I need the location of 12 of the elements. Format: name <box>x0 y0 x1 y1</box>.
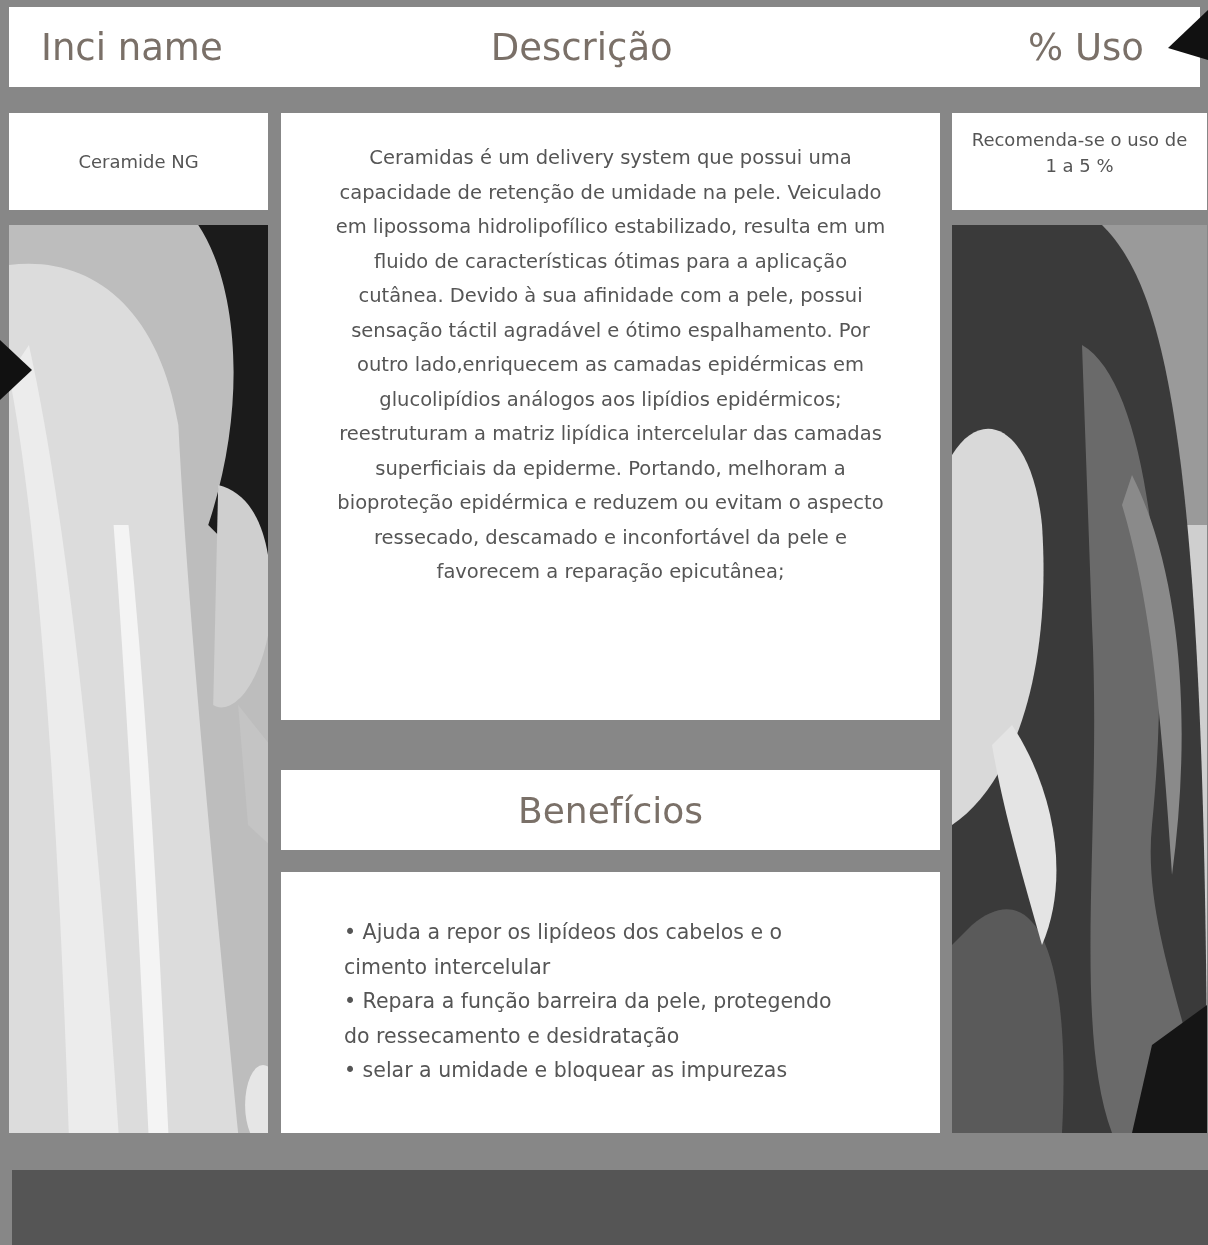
inci-name: Ceramide NG <box>9 113 268 210</box>
benefit-item: • selar a umidade e bloquear as impurezas <box>344 1057 789 1084</box>
column-heading: % Uso <box>1028 25 1144 69</box>
section-title: Benefícios <box>281 770 940 850</box>
triangle-icon <box>0 340 32 400</box>
usage-text: Recomenda-se o uso de 1 a 5 % <box>952 113 1207 210</box>
benefit-item: • Repara a função barreira da pele, protegendo do ressecamento e desidratação <box>344 988 833 1050</box>
description-text: Ceramidas é um delivery system que possui uma capacidade de retenção de umidade na pele. Veiculado em lipossoma hidrolipofílico estabilizado, resulta em um fluido de características ótimas para a aplicação cutânea. Devido à sua afinidade com a pele, possui sensação táctil agradável e ótimo espalhamento. Por outro lado,enriquecem as camadas epidérmicas em glucolipídios análogos aos lipídios epidérmicos; reestruturam a matriz lipídica intercelular das camadas superficiais da epiderme. Portando, melhoram a bioproteção epidérmica e reduzem ou evitam o aspecto ressecado, descamado e inconfortável da pele e favorecem a reparação epicutânea; <box>281 113 940 720</box>
triangle-icon <box>1168 10 1208 60</box>
benefit-item: • Ajuda a repor os lipídeos dos cabelos e o cimento intercelular <box>344 919 784 981</box>
column-heading: Descrição <box>490 25 673 69</box>
column-heading: Inci name <box>41 25 223 69</box>
